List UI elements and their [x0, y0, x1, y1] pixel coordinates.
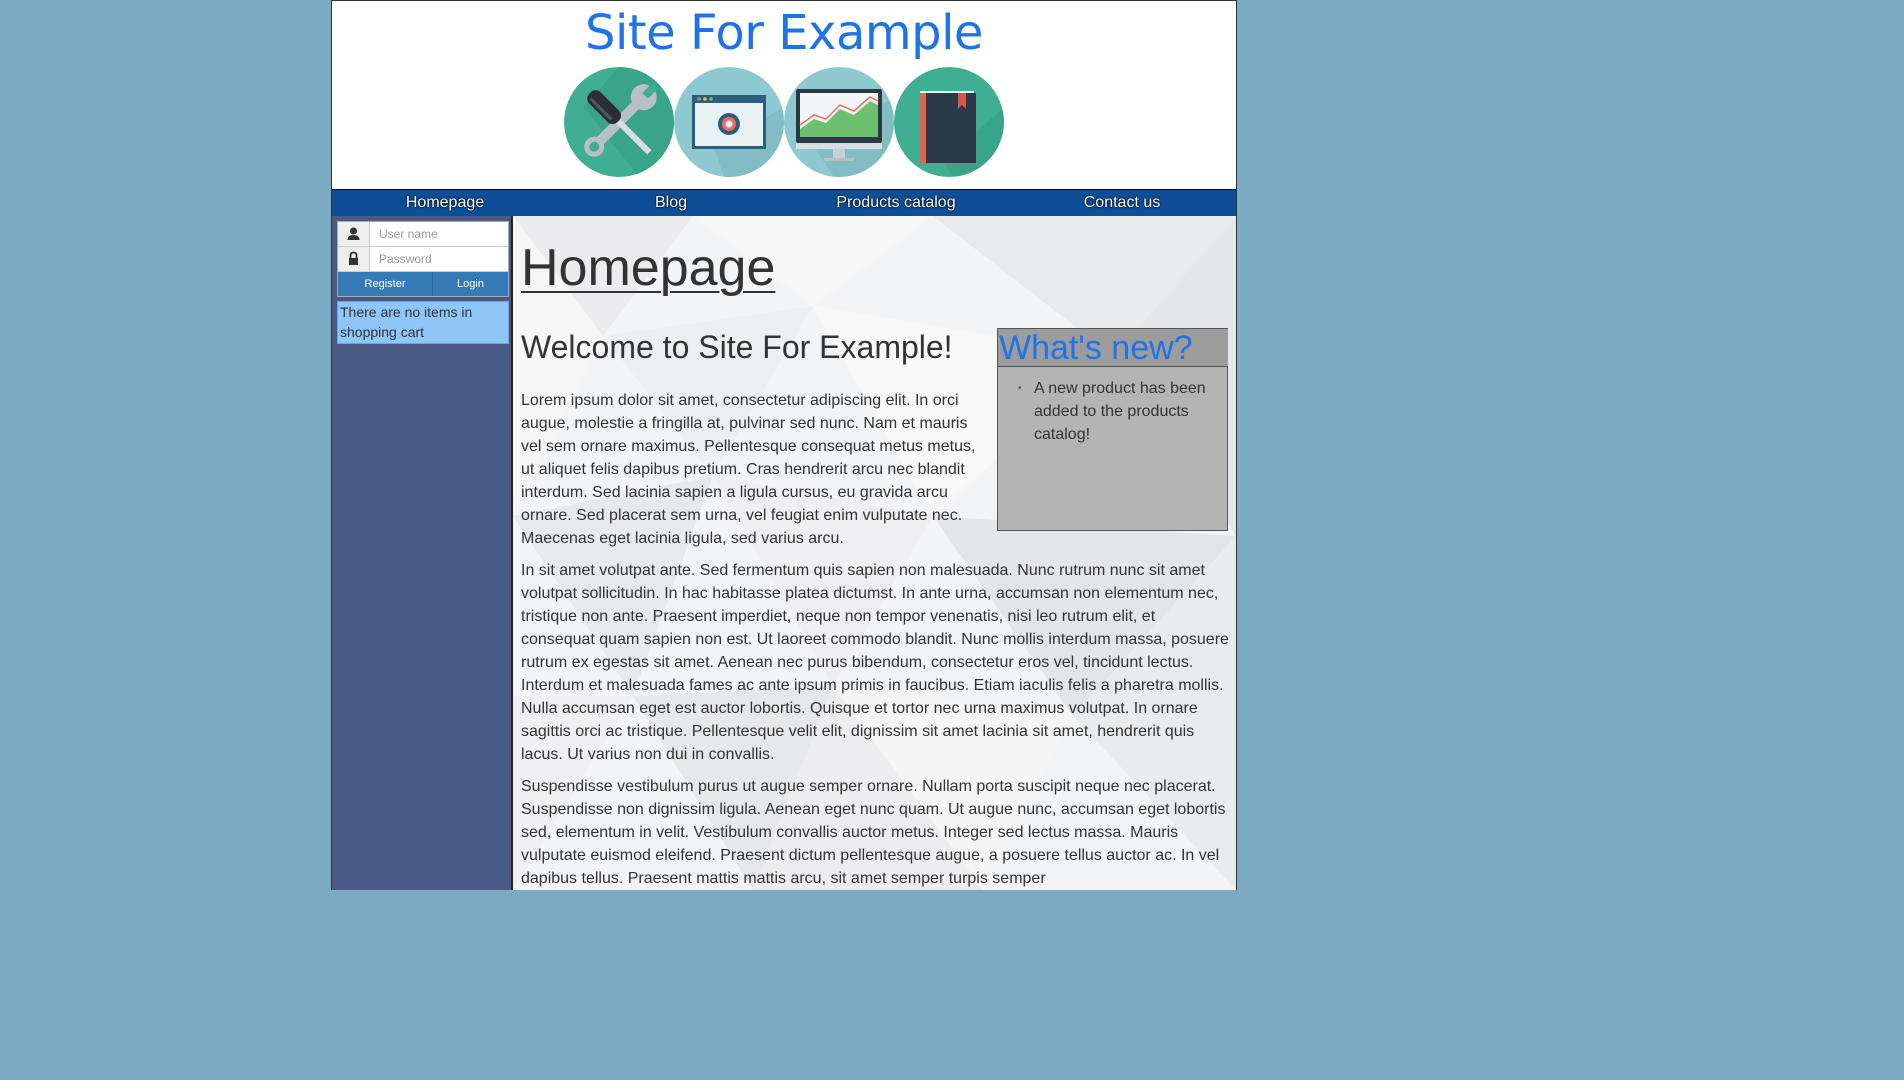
- tools-icon: [564, 67, 674, 177]
- main-content: Homepage Welcome to Site For Example! Lo…: [513, 216, 1236, 890]
- analytics-monitor-icon: [784, 67, 894, 177]
- login-form: Register Login: [337, 221, 509, 297]
- welcome-heading: Welcome to Site For Example!: [521, 329, 953, 365]
- whats-new-list: A new product has been added to the prod…: [1018, 377, 1218, 446]
- password-input[interactable]: [370, 247, 506, 270]
- book-icon: [894, 67, 1004, 177]
- page-title: Homepage: [521, 239, 776, 297]
- nav-item-blog[interactable]: Blog: [558, 190, 784, 216]
- shopping-cart-status: There are no items in shopping cart: [337, 301, 509, 344]
- main-navigation: Homepage Blog Products catalog Contact u…: [332, 189, 1236, 217]
- sidebar: Register Login There are no items in sho…: [332, 216, 513, 890]
- paragraph-3: Suspendisse vestibulum purus ut augue se…: [521, 778, 1226, 887]
- whats-new-title: What's new?: [998, 329, 1228, 367]
- username-row: [338, 222, 508, 247]
- password-row: [338, 247, 508, 272]
- nav-item-homepage[interactable]: Homepage: [332, 190, 558, 216]
- user-icon: [338, 222, 370, 246]
- login-button[interactable]: Login: [433, 272, 508, 296]
- paragraph-1: Lorem ipsum dolor sit amet, consectetur …: [521, 392, 976, 547]
- site-title: Site For Example: [585, 5, 983, 61]
- paragraph-2: In sit amet volutpat ante. Sed fermentum…: [521, 562, 1229, 763]
- username-input[interactable]: [370, 222, 506, 245]
- register-button[interactable]: Register: [338, 272, 433, 296]
- whats-new-box: What's new? A new product has been added…: [997, 328, 1228, 531]
- settings-window-icon: [674, 67, 784, 177]
- site-header: Site For Example: [332, 1, 1236, 189]
- nav-item-contact-us[interactable]: Contact us: [1009, 190, 1235, 216]
- whats-new-item: A new product has been added to the prod…: [1018, 377, 1218, 446]
- nav-item-products-catalog[interactable]: Products catalog: [783, 190, 1009, 216]
- page-container: Site For Example Homepage Blog Products …: [331, 0, 1237, 890]
- lock-icon: [338, 247, 370, 271]
